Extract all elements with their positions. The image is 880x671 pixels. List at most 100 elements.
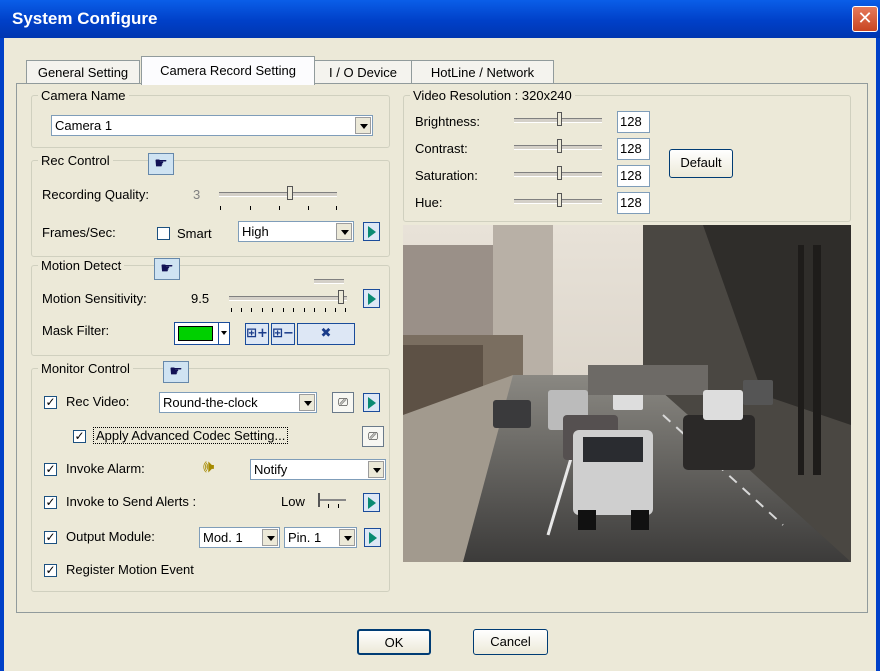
dropdown-arrow-icon[interactable] [339,529,355,546]
level-slider-track [320,499,346,501]
camera-name-value: Camera 1 [55,118,113,133]
sensitivity-tick [283,308,284,312]
mask-clear-icon[interactable]: ✖ [297,323,355,345]
sensitivity-tick [304,308,305,312]
alerts-level-label: Low [281,494,305,509]
mask-remove-icon[interactable]: ⊞− [271,323,295,345]
hand-pointer-icon[interactable]: ☛ [163,361,189,383]
register-motion-checkbox[interactable]: ✓ [44,564,57,577]
level-slider-icon[interactable] [318,490,348,510]
mask-color-picker[interactable] [174,322,230,345]
contrast-thumb[interactable] [557,139,562,153]
dropdown-arrow-icon[interactable] [368,461,384,478]
tab-general-setting[interactable]: General Setting [26,60,140,84]
apply-codec-checkbox[interactable]: ✓ [73,430,86,443]
hand-pointer-icon[interactable]: ☛ [154,258,180,280]
register-motion-label: Register Motion Event [66,562,194,577]
sensitivity-tick [272,308,273,312]
smart-label: Smart [177,226,212,241]
tab-io-device[interactable]: I / O Device [314,60,412,84]
codec-settings-icon[interactable]: ⎚ [362,426,384,447]
sensitivity-tick [251,308,252,312]
apply-codec-label[interactable]: Apply Advanced Codec Setting... [93,427,289,444]
camera-name-combo[interactable]: Camera 1 [51,115,373,136]
contrast-input[interactable]: 128 [617,138,650,160]
motion-detect-legend: Motion Detect [38,258,124,273]
recording-quality-value: 3 [193,187,201,202]
fps-value: High [242,224,269,239]
rec-video-combo[interactable]: Round-the-clock [159,392,317,413]
close-icon[interactable]: ✕ [852,6,878,32]
hue-label: Hue: [415,195,443,210]
play-arrow-icon[interactable] [363,493,380,512]
output-module-label: Output Module: [66,529,155,544]
rec-video-label: Rec Video: [66,394,130,409]
contrast-label: Contrast: [415,141,468,156]
sensitivity-tick [241,308,242,312]
play-arrow-icon[interactable] [363,289,380,308]
rec-video-value: Round-the-clock [163,395,258,410]
camera-name-legend: Camera Name [41,88,126,103]
sensitivity-tick [335,308,336,312]
send-alerts-label: Invoke to Send Alerts : [66,494,197,509]
rec-control-legend: Rec Control [38,153,113,168]
alarm-combo[interactable]: Notify [250,459,386,480]
speaker-icon[interactable]: 🕪 [203,456,214,477]
output-module-combo[interactable]: Mod. 1 [199,527,280,548]
mask-filter-label: Mask Filter: [42,323,110,338]
send-alerts-checkbox[interactable]: ✓ [44,496,57,509]
tab-hotline-network[interactable]: HotLine / Network [411,60,554,84]
brightness-input[interactable]: 128 [617,111,650,133]
hand-pointer-icon[interactable]: ☛ [148,153,174,175]
invoke-alarm-label: Invoke Alarm: [66,461,145,476]
play-arrow-icon[interactable] [363,222,380,241]
level-tick [328,504,329,508]
level-tick [338,504,339,508]
motion-sensitivity-label: Motion Sensitivity: [42,291,147,306]
recording-quality-thumb[interactable] [286,186,293,200]
codec-settings-icon[interactable]: ⎚ [332,392,354,413]
dropdown-arrow-icon[interactable] [262,529,278,546]
brightness-label: Brightness: [415,114,481,129]
video-resolution-legend-text: Video Resolution : 320x240 [413,88,572,103]
dropdown-arrow-icon[interactable] [336,223,352,240]
fps-combo[interactable]: High [238,221,354,242]
monitor-control-legend: Monitor Control [38,361,133,376]
frames-per-sec-label: Frames/Sec: [42,225,116,240]
hue-input[interactable]: 128 [617,192,650,214]
mask-color-swatch [178,326,213,341]
play-arrow-icon[interactable] [363,393,380,412]
cancel-button[interactable]: Cancel [473,629,548,655]
motion-sensitivity-track[interactable] [229,296,347,301]
dropdown-arrow-icon[interactable] [299,394,315,411]
rec-video-checkbox[interactable]: ✓ [44,396,57,409]
motion-detect-legend-text: Motion Detect [41,258,122,273]
smart-checkbox[interactable] [157,227,170,240]
hue-thumb[interactable] [557,193,562,207]
quality-tick [250,206,251,210]
output-pin-combo[interactable]: Pin. 1 [284,527,357,548]
invoke-alarm-checkbox[interactable]: ✓ [44,463,57,476]
play-arrow-icon[interactable] [364,528,381,547]
ok-button[interactable]: OK [357,629,431,655]
tab-camera-record-setting[interactable]: Camera Record Setting [141,56,315,85]
sensitivity-tick [345,308,346,312]
mask-add-icon[interactable]: ⊞+ [245,323,269,345]
motion-sensitivity-thumb[interactable] [338,290,345,304]
dropdown-arrow-icon[interactable] [355,117,371,134]
sensitivity-tick [314,308,315,312]
brightness-thumb[interactable] [557,112,562,126]
sensitivity-tick [262,308,263,312]
mask-color-divider [218,323,219,344]
dropdown-arrow-icon [221,331,227,335]
video-preview [403,225,851,562]
recording-quality-track[interactable] [219,192,337,197]
output-pin-value: Pin. 1 [288,530,322,545]
output-module-checkbox[interactable]: ✓ [44,531,57,544]
saturation-input[interactable]: 128 [617,165,650,187]
sensitivity-tick [231,308,232,312]
default-button[interactable]: Default [669,149,733,178]
saturation-thumb[interactable] [557,166,562,180]
motion-sensitivity-value: 9.5 [191,291,210,306]
window-title: System Configure [12,9,158,28]
